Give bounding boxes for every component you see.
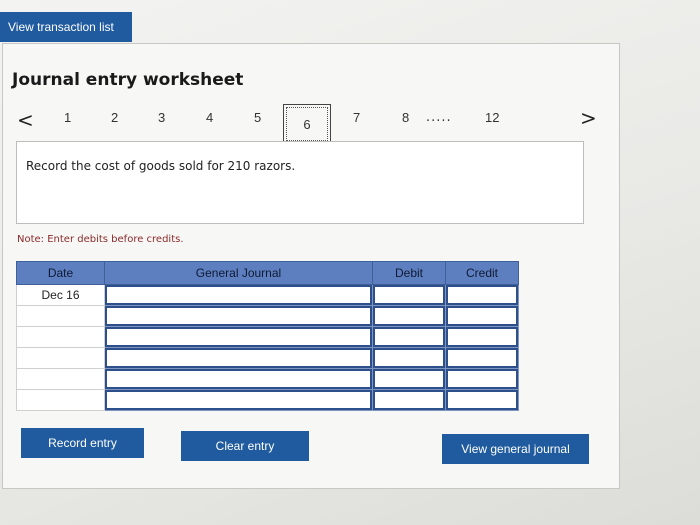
table-row <box>16 368 519 390</box>
date-cell <box>16 368 105 390</box>
view-general-journal-button[interactable]: View general journal <box>442 434 589 464</box>
steps-ellipsis: ..... <box>426 110 452 125</box>
date-cell <box>16 305 105 327</box>
debit-input[interactable] <box>373 390 445 410</box>
step-1[interactable]: 1 <box>64 110 71 125</box>
view-transaction-list-button[interactable]: View transaction list <box>0 12 132 42</box>
general-journal-header: General Journal <box>104 261 373 285</box>
credit-input[interactable] <box>446 327 518 347</box>
record-entry-button[interactable]: Record entry <box>21 428 144 458</box>
account-cell[interactable] <box>104 389 373 411</box>
journal-table: Date General Journal Debit Credit Dec 16 <box>16 261 519 411</box>
account-cell[interactable] <box>104 347 373 369</box>
debit-cell[interactable] <box>372 305 446 327</box>
credit-input[interactable] <box>446 390 518 410</box>
account-cell[interactable] <box>104 326 373 348</box>
question-text: Record the cost of goods sold for 210 ra… <box>26 159 296 173</box>
table-row <box>16 389 519 411</box>
debit-header: Debit <box>372 261 446 285</box>
credit-input[interactable] <box>446 348 518 368</box>
debit-input[interactable] <box>373 369 445 389</box>
date-cell: Dec 16 <box>16 284 105 306</box>
table-row: Dec 16 <box>16 284 519 306</box>
debit-input[interactable] <box>373 348 445 368</box>
credit-cell[interactable] <box>445 389 519 411</box>
step-12[interactable]: 12 <box>485 110 499 125</box>
account-cell[interactable] <box>104 284 373 306</box>
credit-cell[interactable] <box>445 347 519 369</box>
date-header: Date <box>16 261 105 285</box>
credit-header: Credit <box>445 261 519 285</box>
step-8[interactable]: 8 <box>402 110 409 125</box>
account-input[interactable] <box>105 306 372 326</box>
date-cell <box>16 326 105 348</box>
credit-input[interactable] <box>446 369 518 389</box>
journal-header-row: Date General Journal Debit Credit <box>16 261 519 285</box>
table-row <box>16 347 519 369</box>
debit-input[interactable] <box>373 306 445 326</box>
account-input[interactable] <box>105 285 372 305</box>
account-input[interactable] <box>105 390 372 410</box>
debit-credit-note: Note: Enter debits before credits. <box>17 234 184 245</box>
debit-cell[interactable] <box>372 389 446 411</box>
date-cell <box>16 389 105 411</box>
account-cell[interactable] <box>104 368 373 390</box>
credit-cell[interactable] <box>445 368 519 390</box>
step-5[interactable]: 5 <box>254 110 261 125</box>
credit-cell[interactable] <box>445 284 519 306</box>
prev-arrow-icon[interactable]: < <box>17 110 34 130</box>
credit-cell[interactable] <box>445 305 519 327</box>
credit-input[interactable] <box>446 285 518 305</box>
debit-cell[interactable] <box>372 284 446 306</box>
debit-cell[interactable] <box>372 368 446 390</box>
credit-input[interactable] <box>446 306 518 326</box>
step-6-label: 6 <box>286 107 328 141</box>
credit-cell[interactable] <box>445 326 519 348</box>
step-7[interactable]: 7 <box>353 110 360 125</box>
worksheet-title: Journal entry worksheet <box>12 70 244 90</box>
next-arrow-icon[interactable]: > <box>580 108 597 128</box>
debit-input[interactable] <box>373 285 445 305</box>
step-3[interactable]: 3 <box>158 110 165 125</box>
debit-cell[interactable] <box>372 326 446 348</box>
account-cell[interactable] <box>104 305 373 327</box>
account-input[interactable] <box>105 348 372 368</box>
question-box <box>16 141 584 224</box>
table-row <box>16 305 519 327</box>
account-input[interactable] <box>105 369 372 389</box>
step-6-active[interactable]: 6 <box>283 104 331 144</box>
step-4[interactable]: 4 <box>206 110 213 125</box>
debit-cell[interactable] <box>372 347 446 369</box>
debit-input[interactable] <box>373 327 445 347</box>
step-2[interactable]: 2 <box>111 110 118 125</box>
clear-entry-button[interactable]: Clear entry <box>181 431 309 461</box>
table-row <box>16 326 519 348</box>
account-input[interactable] <box>105 327 372 347</box>
date-cell <box>16 347 105 369</box>
